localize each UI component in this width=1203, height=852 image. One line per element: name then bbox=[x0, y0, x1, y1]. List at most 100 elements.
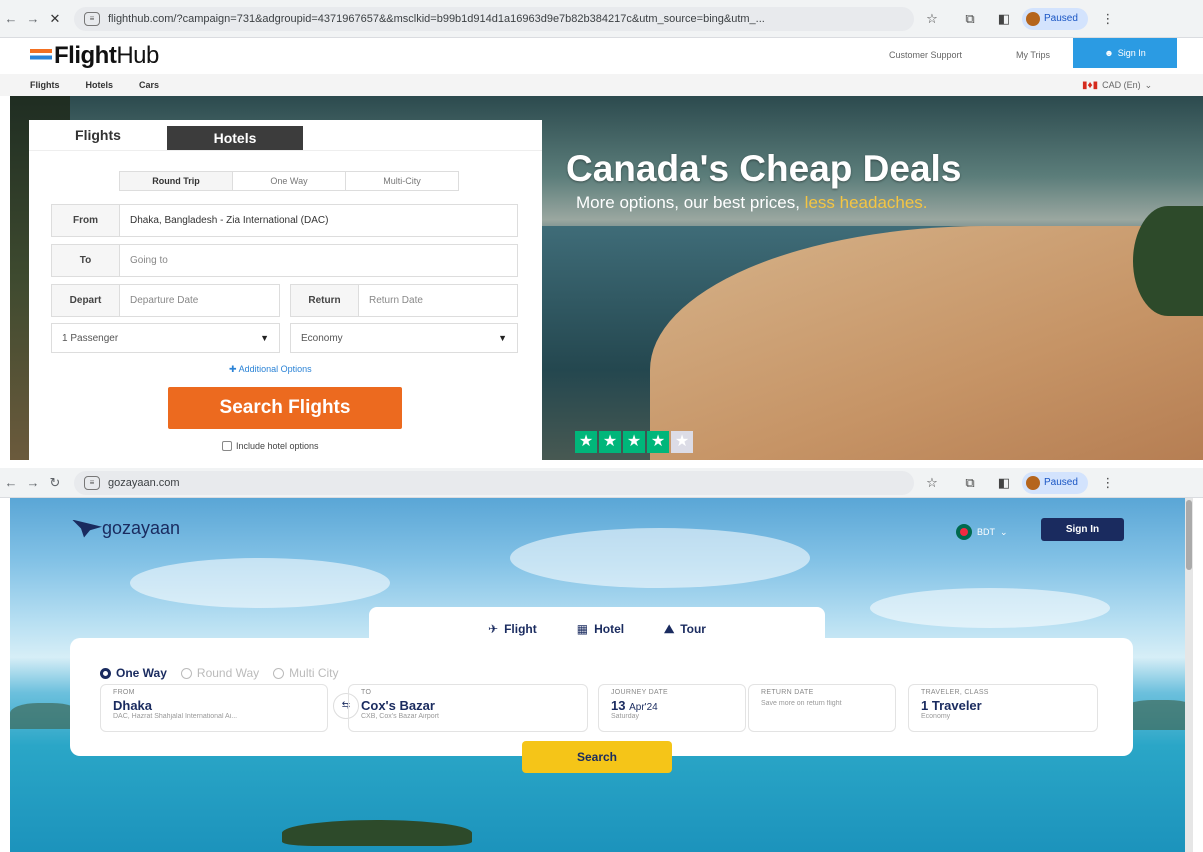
site-settings-icon[interactable]: ≡ bbox=[84, 11, 100, 26]
user-icon: ☻ bbox=[1104, 48, 1114, 58]
menu-icon[interactable]: ⋮ bbox=[1096, 475, 1120, 491]
journey-day: 13 bbox=[611, 698, 626, 713]
tab-hotels[interactable]: Hotels bbox=[167, 126, 303, 150]
additional-options-link[interactable]: ✚ Additional Options bbox=[229, 364, 312, 375]
nav-flights[interactable]: Flights bbox=[30, 80, 60, 90]
passenger-select[interactable]: 1 Passenger ▼ bbox=[51, 323, 280, 353]
journey-date-value: 13 Apr'24 bbox=[611, 698, 733, 713]
profile-status: Paused bbox=[1044, 13, 1078, 24]
nav-hotels[interactable]: Hotels bbox=[86, 80, 114, 90]
customer-support-link[interactable]: Customer Support bbox=[889, 50, 962, 60]
sidepanel-icon[interactable]: ◧ bbox=[992, 11, 1016, 27]
sidepanel-icon[interactable]: ◧ bbox=[992, 475, 1016, 491]
profile-button[interactable]: Paused bbox=[1022, 7, 1088, 30]
additional-options-label: Additional Options bbox=[238, 364, 312, 374]
return-placeholder: Return Date bbox=[369, 295, 423, 306]
trustpilot-rating[interactable]: ★ ★ ★ ★ ★ bbox=[575, 431, 693, 453]
trip-multi-city[interactable]: Multi-City bbox=[346, 172, 458, 190]
flighthub-logo[interactable]: Flight Hub bbox=[30, 42, 159, 70]
include-hotel-label: Include hotel options bbox=[236, 441, 319, 451]
chevron-down-icon: ⌄ bbox=[1144, 79, 1153, 90]
radio-multi-city[interactable]: Multi City bbox=[273, 666, 339, 680]
from-field[interactable]: From Dhaka, Bangladesh - Zia Internation… bbox=[51, 204, 518, 237]
sign-in-button[interactable]: ☻ Sign In bbox=[1073, 38, 1177, 68]
scrollbar[interactable] bbox=[1185, 498, 1193, 852]
to-placeholder: Going to bbox=[130, 255, 168, 266]
address-bar[interactable]: ≡ gozayaan.com bbox=[74, 470, 914, 495]
nav-cars[interactable]: Cars bbox=[139, 80, 159, 90]
traveler-class-field[interactable]: TRAVELER, CLASS 1 Traveler Economy bbox=[908, 684, 1098, 732]
cloud-image bbox=[130, 558, 390, 608]
reload-icon[interactable]: ↻ bbox=[44, 475, 66, 491]
currency-label: BDT bbox=[977, 527, 995, 537]
extensions-icon[interactable]: ⧉ bbox=[958, 11, 982, 27]
to-label: TO bbox=[361, 689, 372, 696]
bird-logo-icon bbox=[72, 519, 102, 538]
tab-flights[interactable]: Flights bbox=[29, 120, 167, 150]
to-field[interactable]: To Going to bbox=[51, 244, 518, 277]
menu-icon[interactable]: ⋮ bbox=[1096, 11, 1120, 27]
tour-icon: ⛰ bbox=[664, 621, 675, 636]
sign-in-button[interactable]: Sign In bbox=[1041, 518, 1124, 541]
depart-label: Depart bbox=[52, 285, 120, 316]
gozayaan-logo[interactable]: gozayaan bbox=[72, 518, 180, 539]
radio-icon bbox=[100, 667, 111, 679]
stop-icon[interactable]: ✕ bbox=[44, 11, 66, 27]
star-icon: ★ bbox=[575, 431, 597, 453]
hero-subtitle-a: More options, our best prices, bbox=[576, 193, 805, 212]
star-icon: ★ bbox=[647, 431, 669, 453]
tab-tour-label: Tour bbox=[680, 622, 706, 636]
cloud-image bbox=[870, 588, 1110, 628]
hotel-icon: ▦ bbox=[576, 622, 589, 636]
canada-flag-icon: ▮♦▮ bbox=[1082, 79, 1099, 91]
to-city: Cox's Bazar bbox=[361, 698, 435, 713]
from-field[interactable]: FROM Dhaka DAC, Hazrat Shahjalal Interna… bbox=[100, 684, 328, 732]
return-date-field[interactable]: RETURN DATE Save more on return flight bbox=[748, 684, 896, 732]
include-hotel-checkbox[interactable]: Include hotel options bbox=[222, 441, 319, 451]
currency-selector[interactable]: ▮♦▮ CAD (En) ⌄ bbox=[1082, 80, 1152, 91]
search-button[interactable]: Search bbox=[522, 741, 672, 773]
trip-one-way[interactable]: One Way bbox=[233, 172, 346, 190]
journey-date-field[interactable]: JOURNEY DATE 13 Apr'24 Saturday bbox=[598, 684, 746, 732]
journey-weekday: Saturday bbox=[611, 713, 640, 720]
address-bar[interactable]: ≡ flighthub.com/?campaign=731&adgroupid=… bbox=[74, 6, 914, 31]
cabin-value: Economy bbox=[301, 332, 343, 344]
forward-icon[interactable]: → bbox=[22, 11, 44, 26]
search-flights-button[interactable]: Search Flights bbox=[168, 387, 402, 429]
radio-multi-city-label: Multi City bbox=[289, 666, 339, 680]
hero-title: Canada's Cheap Deals bbox=[566, 148, 962, 189]
from-airport: DAC, Hazrat Shahjalal International Ai..… bbox=[113, 713, 238, 720]
radio-one-way[interactable]: One Way bbox=[100, 666, 167, 680]
return-field[interactable]: Return Return Date bbox=[290, 284, 518, 317]
traveler-class: Economy bbox=[921, 713, 951, 720]
trip-round-trip[interactable]: Round Trip bbox=[120, 172, 233, 190]
forward-icon[interactable]: → bbox=[22, 475, 44, 490]
back-icon[interactable]: ← bbox=[0, 11, 22, 26]
bookmark-star-icon[interactable]: ☆ bbox=[920, 475, 944, 491]
bookmark-star-icon[interactable]: ☆ bbox=[920, 11, 944, 27]
back-icon[interactable]: ← bbox=[0, 475, 22, 490]
traveler-value: 1 Traveler bbox=[921, 698, 982, 713]
currency-selector[interactable]: BDT ⌄ bbox=[956, 524, 1008, 540]
depart-field[interactable]: Depart Departure Date bbox=[51, 284, 280, 317]
avatar bbox=[1026, 11, 1040, 26]
profile-button[interactable]: Paused bbox=[1022, 471, 1088, 494]
return-date-label: RETURN DATE bbox=[761, 689, 814, 696]
to-field[interactable]: TO Cox's Bazar CXB, Cox's Bazar Airport bbox=[348, 684, 588, 732]
site-settings-icon[interactable]: ≡ bbox=[84, 475, 100, 490]
star-icon: ★ bbox=[599, 431, 621, 453]
airplane-icon: ✈ bbox=[488, 622, 499, 636]
cabin-select[interactable]: Economy ▼ bbox=[290, 323, 518, 353]
from-label: FROM bbox=[113, 689, 135, 696]
radio-icon bbox=[180, 667, 192, 679]
radio-round-way[interactable]: Round Way bbox=[180, 666, 259, 680]
cloud-image bbox=[510, 528, 810, 588]
my-trips-link[interactable]: My Trips bbox=[1016, 50, 1050, 60]
currency-label: CAD (En) bbox=[1102, 80, 1141, 90]
search-form: Round Trip One Way Multi-City From Dhaka… bbox=[29, 150, 542, 460]
flighthub-nav: Flights Hotels Cars ▮♦▮ CAD (En) ⌄ bbox=[0, 74, 1203, 96]
return-hint: Save more on return flight bbox=[761, 700, 842, 707]
extensions-icon[interactable]: ⧉ bbox=[958, 475, 982, 491]
logo-light: Hub bbox=[116, 42, 159, 69]
avatar bbox=[1026, 475, 1040, 490]
